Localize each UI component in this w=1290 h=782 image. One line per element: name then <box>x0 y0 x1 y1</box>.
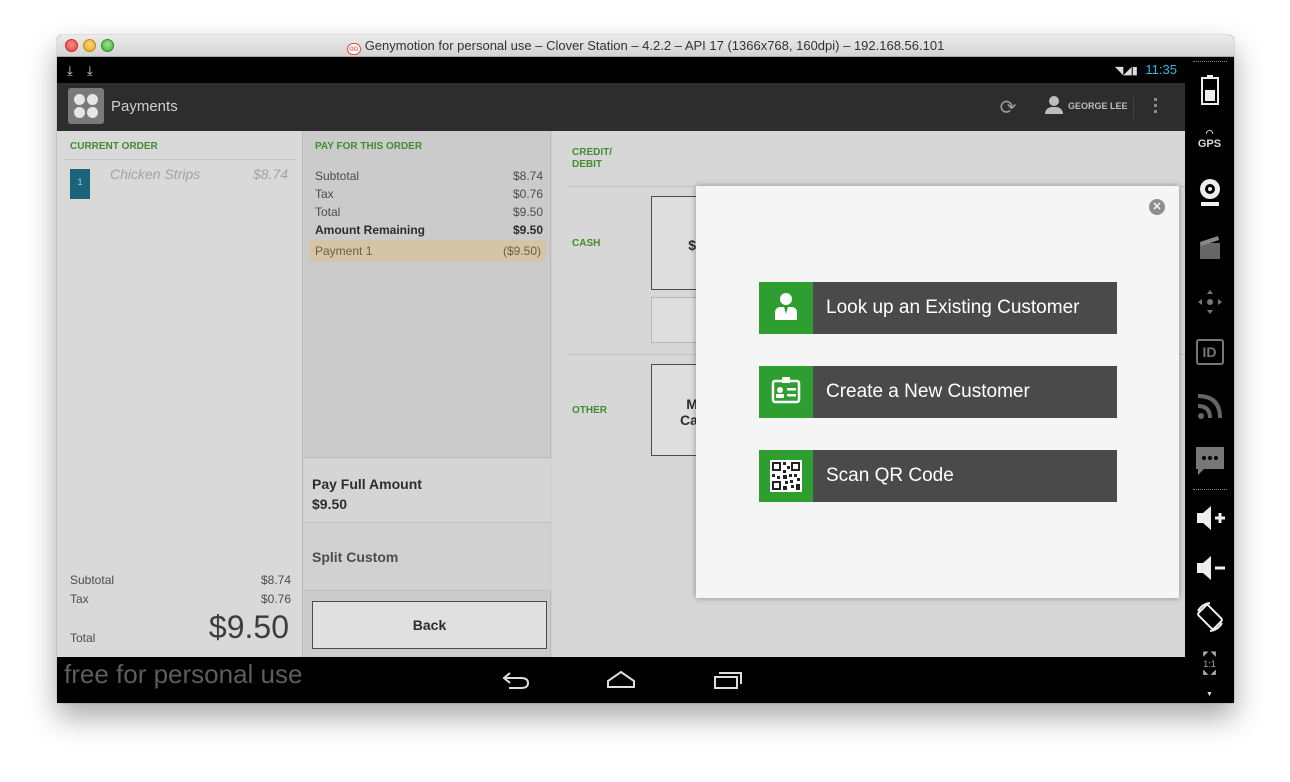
id-label: ID <box>1195 339 1224 365</box>
download-icon: ⤓ <box>67 63 73 78</box>
user-name[interactable]: GEORGE LEE <box>1068 101 1128 111</box>
watermark-text: free for personal use <box>64 659 303 689</box>
action-bar: Payments ⟳ GEORGE LEE <box>57 83 1185 131</box>
emulator-window: oo Genymotion for personal use – Clover S… <box>57 35 1234 703</box>
sms-icon[interactable] <box>1185 445 1234 482</box>
expand-sidebar-icon[interactable]: ▼ <box>1185 691 1234 698</box>
overflow-menu-icon[interactable] <box>1151 95 1159 119</box>
gps-label: GPS <box>1197 138 1222 150</box>
wifi-signal-battery-icon: ◥◢▮ <box>1114 65 1138 77</box>
user-avatar-icon[interactable] <box>1044 96 1064 116</box>
qr-code-icon <box>759 450 813 502</box>
dpad-icon[interactable] <box>1185 287 1234 322</box>
scale-label: 1:1 <box>1203 659 1216 669</box>
window-titlebar: oo Genymotion for personal use – Clover S… <box>57 35 1234 57</box>
home-nav-icon[interactable] <box>606 669 636 691</box>
lookup-customer-label: Look up an Existing Customer <box>826 297 1080 318</box>
volume-down-icon[interactable] <box>1185 553 1234 588</box>
divider <box>1193 489 1227 492</box>
customer-icon <box>759 282 813 334</box>
rotate-icon[interactable] <box>1185 601 1234 638</box>
create-customer-button[interactable]: Create a New Customer <box>759 366 1117 418</box>
genymotion-logo-icon: oo <box>346 43 361 55</box>
window-title: oo Genymotion for personal use – Clover S… <box>57 38 1234 55</box>
back-nav-icon[interactable] <box>501 669 531 691</box>
screencast-icon[interactable] <box>1185 233 1234 266</box>
scan-qr-button[interactable]: Scan QR Code <box>759 450 1117 502</box>
status-area: ◥◢▮ 11:35 <box>1115 62 1177 77</box>
sync-icon[interactable]: ⟳ <box>997 95 1019 119</box>
lookup-customer-button[interactable]: Look up an Existing Customer <box>759 282 1117 334</box>
divider <box>1133 97 1134 119</box>
gps-icon[interactable]: ◠ GPS <box>1185 129 1234 151</box>
clover-app-icon[interactable] <box>68 88 104 124</box>
device-id-icon[interactable]: ID <box>1185 339 1234 365</box>
id-card-icon <box>759 366 813 418</box>
status-bar: ⤓ ⤓ ◥◢▮ 11:35 <box>57 57 1185 83</box>
navigation-bar: free for personal use <box>57 657 1185 703</box>
recent-apps-nav-icon[interactable] <box>712 669 742 691</box>
status-time: 11:35 <box>1145 62 1177 77</box>
webcam-icon[interactable] <box>1185 177 1234 214</box>
page-title: Payments <box>111 98 178 115</box>
create-customer-label: Create a New Customer <box>826 381 1030 402</box>
payments-content: CURRENT ORDER 1 Chicken Strips $8.74 Sub… <box>57 131 1185 657</box>
network-icon[interactable] <box>1185 391 1234 426</box>
window-title-text: Genymotion for personal use – Clover Sta… <box>364 38 945 53</box>
battery-icon[interactable] <box>1185 75 1234 110</box>
close-icon[interactable]: ✕ <box>1149 199 1165 215</box>
download-icon: ⤓ <box>87 63 93 78</box>
android-screen: ⤓ ⤓ ◥◢▮ 11:35 Payments ⟳ GEORGE LEE CURR… <box>57 57 1185 703</box>
pixel-perfect-icon[interactable]: ◤ ◥ 1:1 ◣ ◢ <box>1185 651 1234 677</box>
customer-dialog: ✕ Look up an Existing Customer Create a … <box>696 186 1179 598</box>
genymotion-sidebar: ◠ GPS ID ◤ ◥ 1:1 ◣ ◢ ▼ <box>1185 57 1234 703</box>
scan-qr-label: Scan QR Code <box>826 465 954 486</box>
volume-up-icon[interactable] <box>1185 503 1234 538</box>
drag-handle[interactable] <box>1193 61 1227 64</box>
